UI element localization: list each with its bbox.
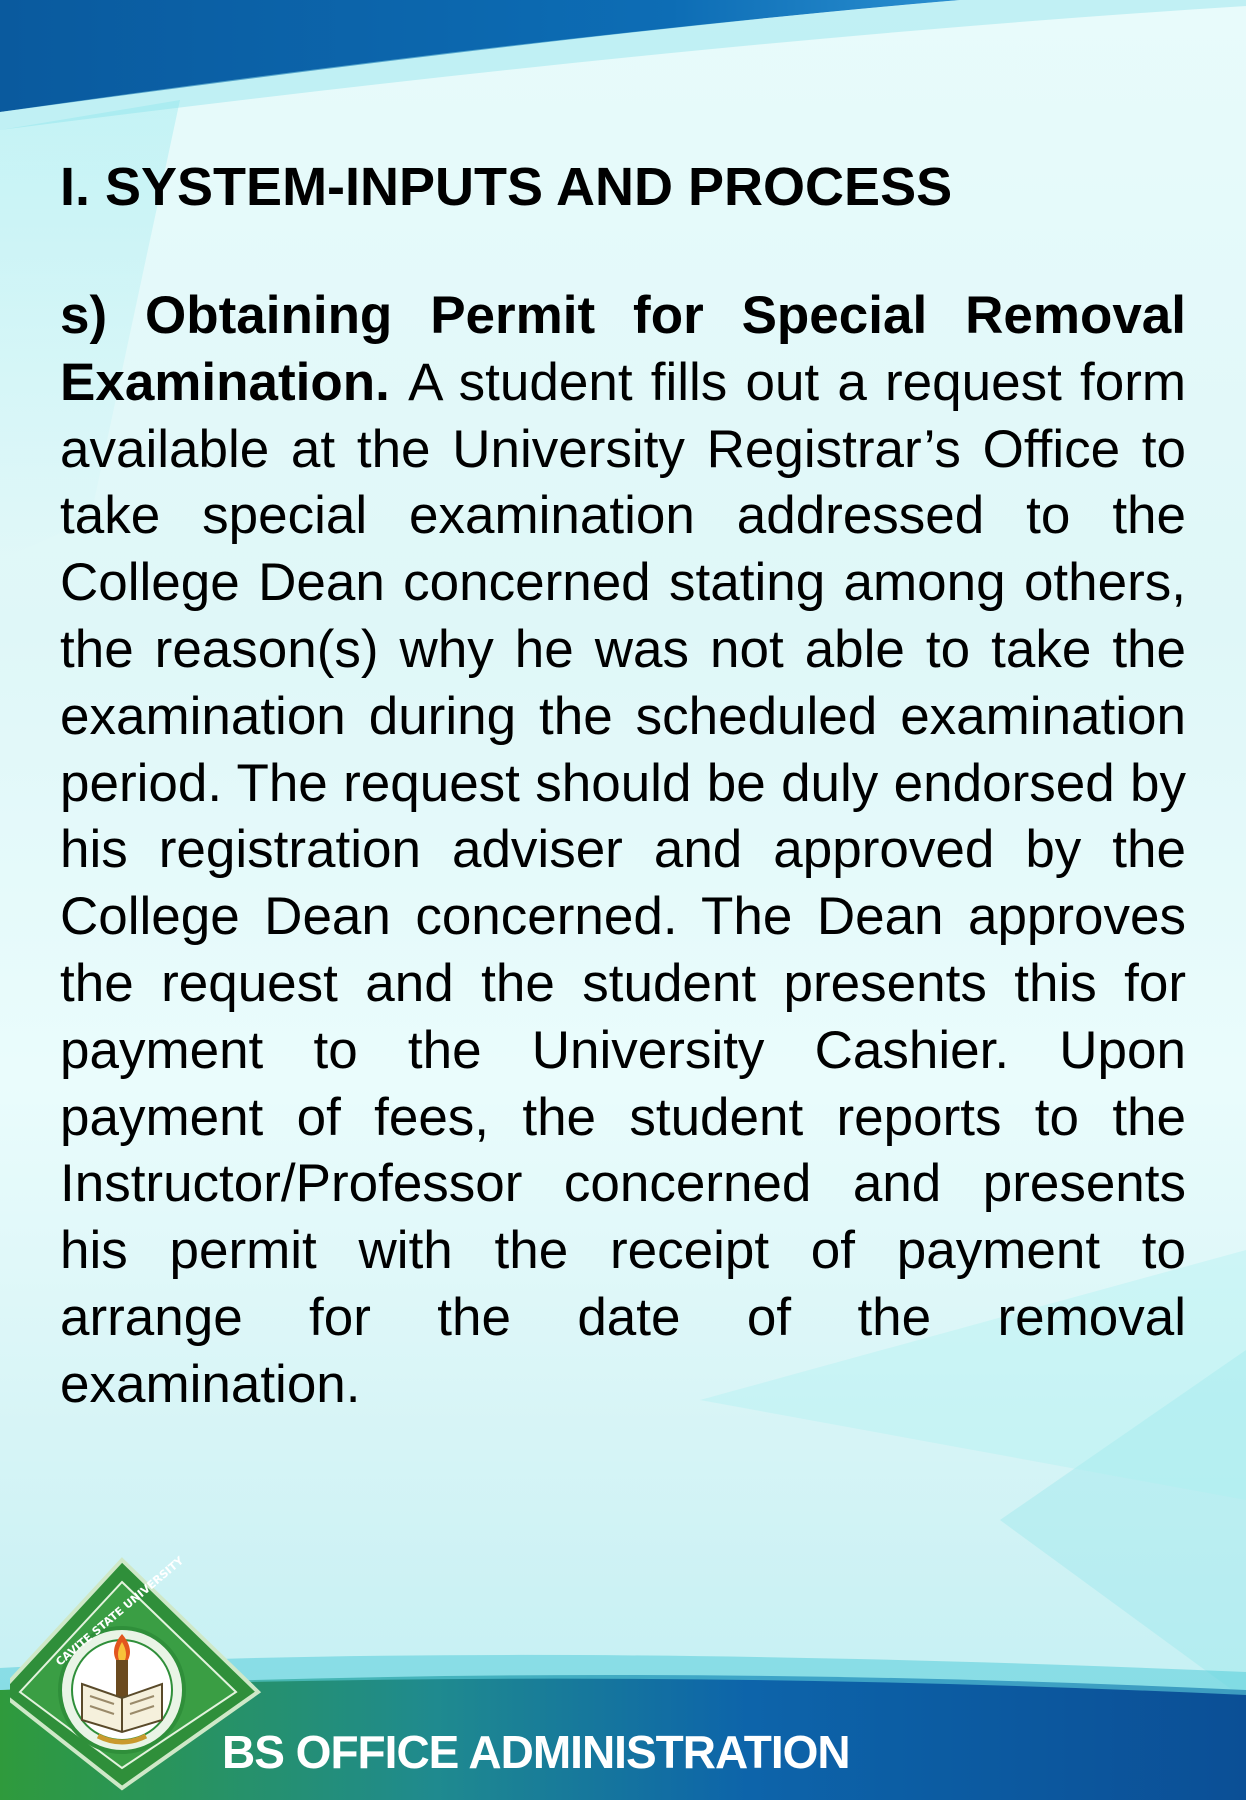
slide-body: s) Obtaining Permit for Special Removal … — [60, 283, 1186, 1419]
slide-heading: I. SYSTEM-INPUTS AND PROCESS — [60, 157, 953, 217]
item-body: A student fills out a request form avail… — [60, 352, 1187, 1414]
program-title: BS OFFICE ADMINISTRATION — [222, 1726, 851, 1778]
